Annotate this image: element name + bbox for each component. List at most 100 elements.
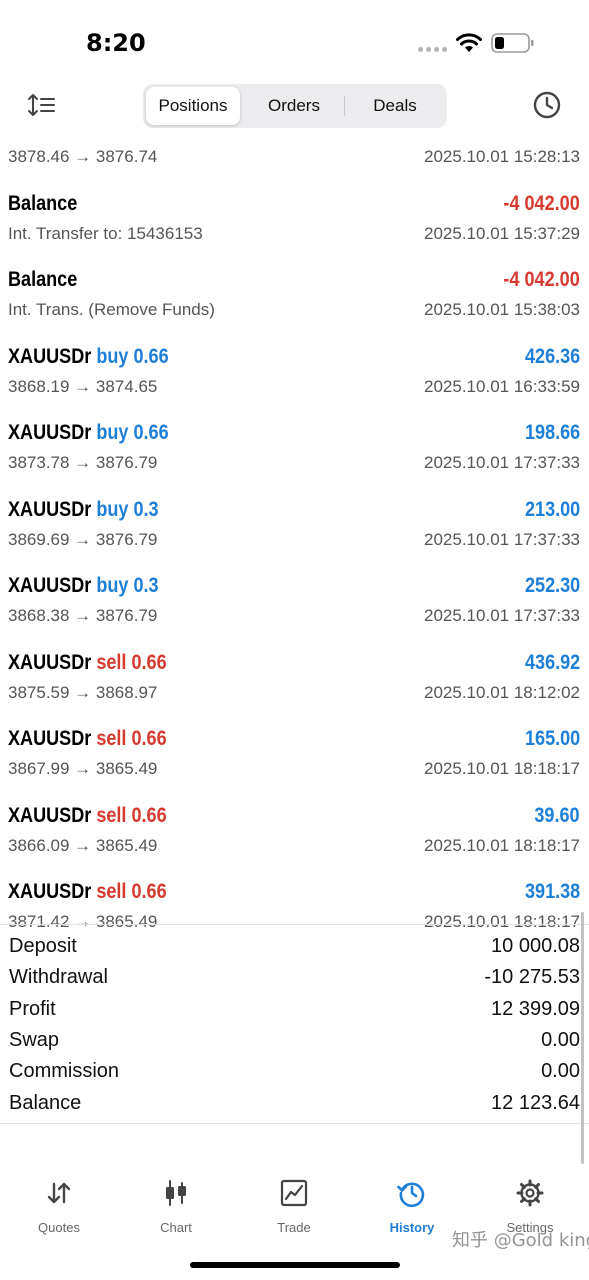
- summary-label: Deposit: [9, 935, 77, 957]
- deal-row[interactable]: Balance -4 042.00 Int. Trans. (Remove Fund…: [0, 255, 589, 332]
- deal-symbol: XAUUSDr: [8, 650, 92, 674]
- deal-prices: Int. Transfer to: 15436153: [8, 223, 203, 243]
- deal-profit: -4 042.00: [503, 191, 580, 215]
- deal-prices: Int. Trans. (Remove Funds): [8, 300, 215, 319]
- deal-prices: 3875.59 → 3868.97: [8, 682, 158, 702]
- summary-label: Swap: [9, 1028, 60, 1051]
- deal-prices: 3867.99 → 3865.49: [8, 759, 158, 778]
- deal-side: sell: [96, 880, 127, 903]
- tab-history[interactable]: History: [357, 1178, 467, 1238]
- deal-row[interactable]: XAUUSDr sell 0.66 39.60 3866.09 → 3865.49 2…: [0, 791, 589, 868]
- deal-side: sell: [96, 650, 127, 674]
- deal-prices: 3878.46 → 3876.74: [8, 147, 158, 166]
- cellular-signal-icon: [418, 47, 448, 53]
- deals-list-content: 3878.46 → 3876.74 2025.10.01 15:28:13 Bala…: [0, 132, 589, 944]
- deal-side: buy: [96, 421, 129, 444]
- deal-row[interactable]: XAUUSDr buy 0.3 252.30 3868.38 → 3876.79 20…: [0, 561, 589, 638]
- tab-orders[interactable]: Orders: [244, 87, 344, 125]
- deal-row[interactable]: XAUUSDr sell 0.66 165.00 3867.99 → 3865.49…: [0, 714, 589, 791]
- deal-profit: 198.66: [524, 421, 580, 444]
- deal-title: XAUUSDr sell 0.66: [8, 727, 167, 751]
- deal-time: 2025.10.01 16:33:59: [424, 376, 580, 396]
- deal-time: 2025.10.01 18:12:02: [424, 682, 580, 702]
- deal-prices: 3866.09 → 3865.49: [8, 835, 158, 855]
- deal-profit: 436.92: [524, 650, 580, 674]
- deal-title: XAUUSDr buy 0.66: [8, 345, 169, 369]
- history-icon: [397, 1182, 425, 1208]
- deal-symbol: XAUUSDr: [8, 727, 92, 750]
- summary-label: Commission: [9, 1060, 120, 1083]
- deal-time: 2025.10.01 15:38:03: [424, 300, 580, 319]
- deal-prices: 3868.38 → 3876.79: [8, 606, 158, 625]
- deal-title: XAUUSDr sell 0.66: [8, 804, 167, 828]
- segment-divider: [344, 96, 345, 116]
- deal-row[interactable]: XAUUSDr buy 0.66 198.66 3873.78 → 3876.79 2…: [0, 408, 589, 485]
- tab-trade-label: Trade: [277, 1220, 311, 1235]
- tab-quotes[interactable]: Quotes: [4, 1178, 114, 1238]
- deal-symbol: Balance: [8, 191, 78, 215]
- deal-side: sell: [96, 727, 127, 750]
- summary-label: Balance: [9, 1091, 82, 1114]
- deal-row[interactable]: XAUUSDr sell 0.66 436.92 3875.59 → 3868.97…: [0, 638, 589, 715]
- deal-title: XAUUSDr sell 0.66: [8, 651, 167, 675]
- summary-row: Profit 12 399.09: [0, 995, 589, 1026]
- deal-profit: 165.00: [524, 727, 580, 750]
- deal-symbol: XAUUSDr: [8, 421, 92, 444]
- status-bar: 8:20: [0, 0, 589, 80]
- summary-value: 10 000.08: [491, 935, 580, 957]
- tab-history-label: History: [389, 1220, 435, 1235]
- gear-icon: [516, 1179, 544, 1207]
- tab-chart[interactable]: Chart: [121, 1178, 231, 1238]
- trade-line-chart-icon: [280, 1179, 308, 1207]
- account-summary: Deposit 10 000.08 Withdrawal -10 275.53 Prof…: [0, 924, 589, 1124]
- deal-profit: -4 042.00: [503, 268, 580, 291]
- deal-side: buy: [96, 574, 129, 597]
- deal-time: 2025.10.01 15:28:13: [424, 147, 580, 166]
- tab-deals[interactable]: Deals: [346, 87, 444, 125]
- deal-side: buy: [96, 497, 129, 521]
- scrollbar[interactable]: [581, 912, 584, 1164]
- deal-time: 2025.10.01 18:18:17: [424, 759, 580, 778]
- summary-label: Withdrawal: [9, 966, 108, 989]
- deal-volume: 0.66: [131, 650, 167, 674]
- deal-row[interactable]: XAUUSDr buy 0.3 213.00 3869.69 → 3876.79 20…: [0, 485, 589, 562]
- deal-row[interactable]: XAUUSDr buy 0.66 426.36 3868.19 → 3874.65 2…: [0, 332, 589, 409]
- deal-symbol: XAUUSDr: [8, 880, 92, 903]
- candlestick-chart-icon: [166, 1180, 186, 1206]
- deal-symbol: XAUUSDr: [8, 803, 92, 827]
- deal-symbol: XAUUSDr: [8, 574, 92, 597]
- summary-row: Balance 12 123.64: [0, 1089, 589, 1120]
- deal-profit: 426.36: [524, 344, 580, 368]
- tab-quotes-label: Quotes: [38, 1220, 80, 1235]
- deal-title: XAUUSDr sell 0.66: [8, 880, 167, 904]
- tab-trade[interactable]: Trade: [239, 1178, 349, 1238]
- summary-row: Swap 0.00: [0, 1026, 589, 1057]
- summary-value: 12 399.09: [491, 997, 580, 1020]
- history-segmented-control: Positions Orders Deals: [143, 84, 447, 128]
- deal-profit: 391.38: [524, 880, 580, 903]
- sort-icon[interactable]: [27, 92, 57, 118]
- deal-volume: 0.66: [131, 880, 167, 903]
- deal-time: 2025.10.01 18:18:17: [424, 835, 580, 855]
- deal-time: 2025.10.01 17:37:33: [424, 529, 580, 549]
- deal-symbol: XAUUSDr: [8, 344, 92, 368]
- deal-title: XAUUSDr buy 0.66: [8, 421, 169, 445]
- deal-symbol: Balance: [8, 268, 78, 291]
- deal-row[interactable]: Balance -4 042.00 Int. Transfer to: 154361…: [0, 179, 589, 256]
- deal-time: 2025.10.01 15:37:29: [424, 223, 580, 243]
- deal-prices: 3868.19 → 3874.65: [8, 376, 158, 396]
- summary-value: 0.00: [541, 1028, 580, 1051]
- deal-side: buy: [96, 344, 129, 368]
- summary-row: Withdrawal -10 275.53: [0, 963, 589, 994]
- tab-positions[interactable]: Positions: [146, 87, 240, 125]
- deal-row[interactable]: 3878.46 → 3876.74 2025.10.01 15:28:13: [0, 132, 589, 179]
- deal-title: Balance: [8, 268, 77, 292]
- wifi-icon: [456, 33, 482, 52]
- deal-volume: 0.66: [133, 421, 169, 444]
- deal-profit: 213.00: [524, 497, 580, 521]
- home-indicator[interactable]: [190, 1262, 400, 1268]
- deal-prices: 3869.69 → 3876.79: [8, 529, 158, 549]
- deal-profit: 252.30: [524, 574, 580, 597]
- history-clock-icon[interactable]: [532, 90, 562, 120]
- deal-time: 2025.10.01 17:37:33: [424, 606, 580, 625]
